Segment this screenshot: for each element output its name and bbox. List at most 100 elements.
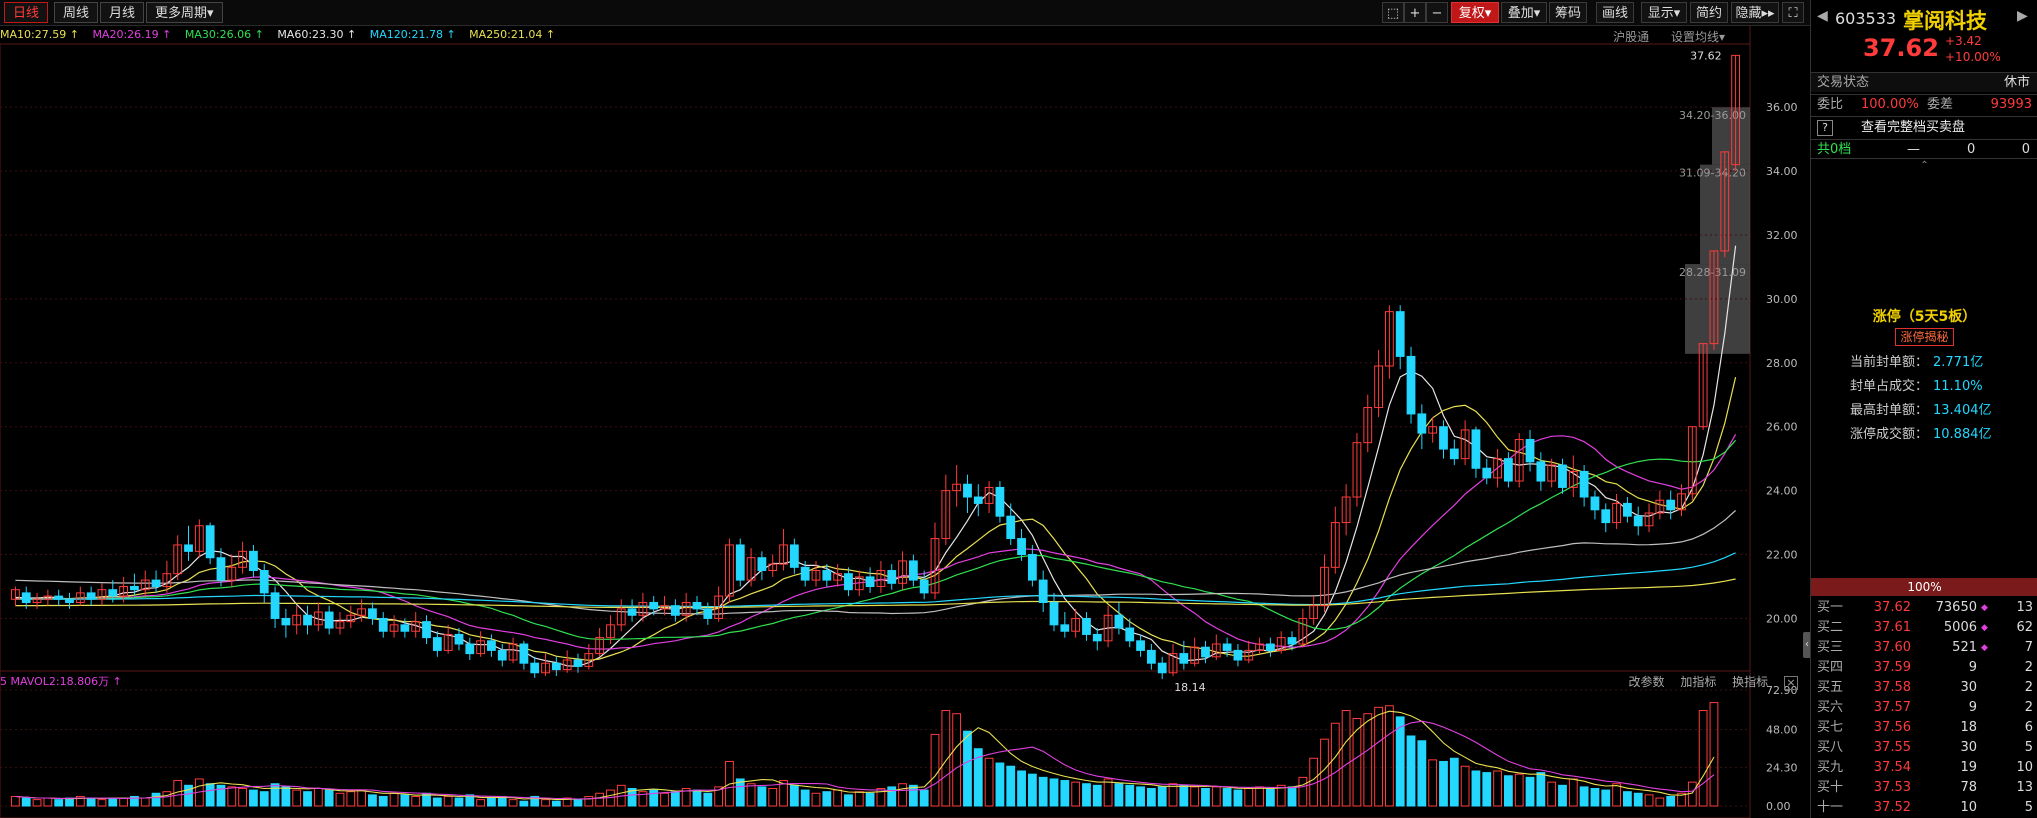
candle-body <box>887 570 897 584</box>
candle-body <box>844 573 853 591</box>
candle-body <box>324 611 334 629</box>
orderbook-row[interactable]: 买三 37.60 521 ◆ 7 <box>1811 638 2037 658</box>
orderbook-row[interactable]: 买九 37.54 19 10 <box>1811 758 2037 778</box>
volume-bar <box>443 795 453 807</box>
bid-volume: 10 <box>1960 800 1977 815</box>
orderbook-row[interactable]: 买八 37.55 30 5 <box>1811 738 2037 758</box>
zoom-out-icon[interactable]: − <box>1426 2 1448 23</box>
volume-bar <box>1071 781 1081 807</box>
orderbook-row[interactable]: 买七 37.56 18 6 <box>1811 718 2037 738</box>
main-chart-links: 沪股通 设置均线▾ <box>1595 28 1725 45</box>
bid-volume: 9 <box>1968 660 1977 675</box>
candle-body <box>1590 496 1600 511</box>
candle-body <box>1017 538 1026 556</box>
fullscreen-icon[interactable]: ⛶ <box>1782 2 1804 23</box>
volume-bar <box>1644 794 1654 807</box>
expand-caret-icon[interactable]: ⌃ <box>1811 160 2037 172</box>
zoom-in-icon[interactable]: + <box>1404 2 1426 23</box>
volume-bar <box>963 730 972 807</box>
candle-body <box>1092 633 1102 642</box>
total-levels-row: 共0档 — 0 0 <box>1811 139 2037 159</box>
stock-name: 掌阅科技 <box>1903 9 1987 33</box>
switch-indicator-link[interactable]: 换指标 <box>1732 675 1768 689</box>
bid-ratio-row: 委比 100.00% 委差 93993 <box>1811 94 2037 114</box>
orderbook-row[interactable]: 买十 37.53 78 13 <box>1811 778 2037 798</box>
volume-bar <box>32 799 42 807</box>
volume-bar <box>270 783 280 807</box>
volume-bar <box>1017 770 1026 807</box>
display-button[interactable]: 显示▾ <box>1641 2 1687 23</box>
volume-bar <box>930 733 940 807</box>
draw-line-button[interactable]: 画线 <box>1596 2 1634 23</box>
volume-bar <box>768 787 778 807</box>
screenshot-icon[interactable]: ⬚ <box>1382 2 1404 23</box>
volume-bar <box>11 795 20 807</box>
more-periods-dropdown[interactable]: 更多周期▾ <box>146 2 223 23</box>
candle-body <box>919 579 929 594</box>
total-levels-dash: — <box>1907 142 1920 157</box>
bid-price: 37.56 <box>1873 720 1911 735</box>
period-month-tab[interactable]: 月线 <box>100 2 145 23</box>
candle-body <box>963 483 972 498</box>
bid-price: 37.59 <box>1873 660 1911 675</box>
limit-stat-row: 封单占成交： 11.10% <box>1811 376 2037 398</box>
price-tick-label: 36.00 <box>1766 101 1798 114</box>
candle-body <box>303 614 312 626</box>
orderbook-row[interactable]: 十一 37.52 10 5 <box>1811 798 2037 818</box>
volume-bar <box>1146 787 1156 807</box>
wc-value: 93993 <box>1990 97 2032 112</box>
candle-body <box>1233 649 1243 661</box>
overlay-button[interactable]: 叠加▾ <box>1501 2 1547 23</box>
volume-bar <box>865 792 875 807</box>
hide-panel-button[interactable]: 隐藏▸▸ <box>1731 2 1779 23</box>
volume-bar <box>1482 772 1492 807</box>
volume-bar <box>1590 787 1600 807</box>
chips-button[interactable]: 筹码 <box>1549 2 1587 23</box>
trade-status-row: 交易状态 休市 <box>1811 72 2037 92</box>
volume-bar <box>789 784 799 807</box>
orderbook-row[interactable]: 买二 37.61 5006 ◆ 62 <box>1811 618 2037 638</box>
close-indicator-icon[interactable]: × <box>1784 676 1798 690</box>
simple-mode-button[interactable]: 简约 <box>1690 2 1728 23</box>
bid-volume: 5006 <box>1943 620 1977 635</box>
volume-bar <box>1038 776 1048 807</box>
ma60-label: MA60:23.30 ↑ <box>277 28 357 41</box>
candle-body <box>130 585 139 591</box>
add-indicator-link[interactable]: 加指标 <box>1680 675 1716 689</box>
limit-up-reveal-tag[interactable]: 涨停揭秘 <box>1895 328 1954 346</box>
bid-count: 6 <box>2024 720 2033 735</box>
volume-bar <box>43 797 53 807</box>
orderbook-row[interactable]: 买四 37.59 9 2 <box>1811 658 2037 678</box>
candle-body <box>465 643 475 655</box>
candle-body <box>1006 515 1016 540</box>
candle-body <box>1471 429 1481 469</box>
help-icon[interactable]: ? <box>1817 120 1833 136</box>
orderbook-row[interactable]: 买一 37.62 73650 ◆ 13 <box>1811 598 2037 618</box>
volume-bar <box>1449 757 1459 807</box>
candle-body <box>432 637 442 651</box>
fuquan-button[interactable]: 复权▾ <box>1451 2 1499 23</box>
bid-level-label: 买四 <box>1817 660 1844 675</box>
volume-bar <box>1655 797 1665 807</box>
period-day-tab[interactable]: 日线 <box>4 2 49 23</box>
volume-bar <box>1201 787 1210 807</box>
edit-params-link[interactable]: 改参数 <box>1628 675 1664 689</box>
limit-stat-value: 2.771亿 <box>1933 355 1984 370</box>
prev-stock-icon[interactable]: ◀ <box>1817 8 1828 24</box>
next-stock-icon[interactable]: ▶ <box>2017 8 2028 24</box>
kline-chart[interactable]: 34.20-36.0031.09-34.2028.28-31.0936.0034… <box>0 0 1810 818</box>
volume-bar <box>584 795 594 807</box>
period-week-tab[interactable]: 周线 <box>54 2 99 23</box>
bid-level-label: 买六 <box>1817 700 1844 715</box>
volume-bar <box>670 791 680 807</box>
ma-settings-link[interactable]: 设置均线▾ <box>1671 30 1725 44</box>
hk-connect-link[interactable]: 沪股通 <box>1613 30 1649 44</box>
candle-body <box>1201 646 1210 658</box>
candle-body <box>1125 627 1135 642</box>
orderbook-row[interactable]: 买五 37.58 30 2 <box>1811 678 2037 698</box>
candle-body <box>865 576 875 587</box>
orderbook-row[interactable]: 买六 37.57 9 2 <box>1811 698 2037 718</box>
limit-stat-label: 最高封单额： <box>1849 403 1928 418</box>
candle-body <box>497 649 507 661</box>
full-book-link[interactable]: 查看完整档买卖盘 <box>1861 117 1965 139</box>
